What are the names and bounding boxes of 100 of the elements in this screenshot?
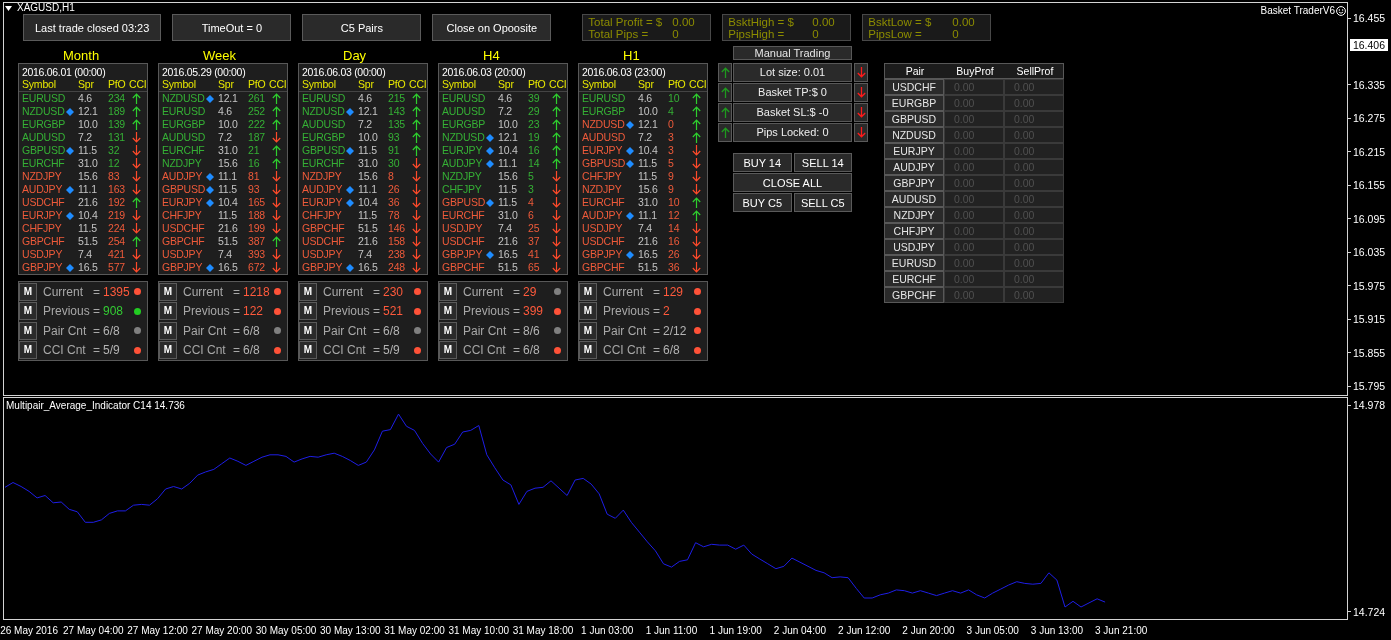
spread-cell: 7.4 — [498, 222, 512, 234]
decrease-button[interactable] — [854, 103, 868, 122]
increase-button[interactable] — [718, 103, 732, 122]
pfo-cell: 252 — [248, 105, 265, 117]
symbol-cell: EURCHF — [442, 209, 485, 221]
pair-cell: EURCHF — [884, 271, 944, 287]
symbol-cell: USDJPY — [442, 222, 483, 234]
symbol-label: XAGUSD,H1 — [17, 3, 75, 13]
m-button[interactable]: M — [579, 282, 597, 301]
stat-name: CCI Cnt — [463, 343, 506, 358]
decrease-button[interactable] — [854, 123, 868, 142]
toolbar-button[interactable]: Close on Opoosite — [432, 14, 552, 41]
spread-cell: 11.5 — [358, 144, 377, 156]
stat-name: Pair Cnt — [323, 323, 367, 338]
pfo-cell: 387 — [248, 235, 265, 247]
bar-time: 2016.06.03 (23:00) — [582, 66, 666, 78]
stat-name: Current — [463, 284, 503, 299]
symbol-cell: AUDUSD — [582, 131, 626, 143]
timeframe-title: Day — [343, 49, 367, 63]
trade-button[interactable]: SELL 14 — [793, 153, 852, 172]
stat-value: 230 — [383, 284, 404, 299]
increase-button[interactable] — [718, 123, 732, 142]
m-button[interactable]: M — [439, 282, 457, 301]
time-label: 27 May 20:00 — [191, 624, 253, 637]
time-label: 30 May 13:00 — [320, 624, 381, 637]
m-button[interactable]: M — [159, 302, 177, 321]
trade-button[interactable]: CLOSE ALL — [733, 173, 852, 192]
totals-label: PipsHigh = — [728, 27, 786, 40]
m-button[interactable]: M — [579, 341, 597, 360]
spread-cell: 10.0 — [218, 118, 238, 130]
stat-value: 122 — [243, 304, 264, 319]
spread-cell: 11.5 — [218, 183, 237, 195]
symbol-cell: AUDUSD — [302, 118, 346, 130]
spread-cell: 10.4 — [218, 196, 238, 208]
spread-cell: 4.6 — [498, 92, 512, 104]
m-button[interactable]: M — [439, 302, 457, 321]
bar-time: 2016.06.03 (00:00) — [302, 66, 386, 78]
trade-button[interactable]: BUY C5 — [733, 193, 792, 212]
spread-cell: 21.6 — [78, 196, 98, 208]
current-price-tag: 16.406 — [1350, 39, 1388, 52]
m-button[interactable]: M — [19, 321, 37, 340]
trade-button[interactable]: SELL C5 — [793, 193, 852, 212]
m-button[interactable]: M — [299, 341, 317, 360]
symbol-cell: EURCHF — [582, 196, 625, 208]
time-label: 31 May 10:00 — [448, 624, 510, 637]
m-button[interactable]: M — [19, 282, 37, 301]
pfo-cell: 29 — [528, 105, 540, 117]
m-button[interactable]: M — [159, 321, 177, 340]
symbol-cell: CHFJPY — [22, 222, 62, 234]
trade-button[interactable]: BUY 14 — [733, 153, 792, 172]
price-label: 15.975 — [1353, 279, 1386, 292]
equals-sign: = — [513, 304, 520, 319]
spread-cell: 15.6 — [78, 170, 98, 182]
toolbar-button[interactable]: C5 Pairs — [302, 14, 422, 41]
totals-value: 0 — [812, 27, 820, 40]
pair-cell: NZDJPY — [884, 207, 944, 223]
column-header: Symbol — [162, 78, 196, 90]
spread-cell: 4.6 — [358, 92, 372, 104]
increase-button[interactable] — [718, 63, 732, 82]
symbol-cell: NZDJPY — [162, 157, 202, 169]
spread-cell: 4.6 — [218, 105, 232, 117]
spread-cell: 15.6 — [638, 183, 658, 195]
m-button[interactable]: M — [299, 321, 317, 340]
column-header: Symbol — [22, 78, 56, 90]
pfo-cell: 393 — [248, 248, 265, 260]
pfo-cell: 91 — [388, 144, 400, 156]
caret-icon[interactable] — [5, 5, 12, 11]
decrease-button[interactable] — [854, 63, 868, 82]
time-label: 31 May 02:00 — [384, 624, 445, 637]
spread-cell: 12.1 — [498, 131, 518, 143]
column-header: PfO — [528, 78, 546, 90]
totals-value: 0 — [952, 27, 960, 40]
spread-cell: 21.6 — [498, 235, 518, 247]
decrease-button[interactable] — [854, 83, 868, 102]
spread-cell: 31.0 — [358, 157, 378, 169]
increase-button[interactable] — [718, 83, 732, 102]
m-button[interactable]: M — [439, 341, 457, 360]
m-button[interactable]: M — [299, 282, 317, 301]
m-button[interactable]: M — [159, 282, 177, 301]
m-button[interactable]: M — [579, 302, 597, 321]
pfo-cell: 421 — [108, 248, 125, 260]
toolbar-button[interactable]: TimeOut = 0 — [172, 14, 292, 41]
symbol-cell: EURGBP — [162, 118, 206, 130]
m-button[interactable]: M — [19, 302, 37, 321]
m-button[interactable]: M — [439, 321, 457, 340]
m-button[interactable]: M — [299, 302, 317, 321]
time-label: 2 Jun 04:00 — [773, 624, 827, 637]
toolbar-button[interactable]: Last trade closed 03:23 — [23, 14, 162, 41]
symbol-cell: AUDJPY — [442, 157, 483, 169]
m-button[interactable]: M — [579, 321, 597, 340]
spread-cell: 16.5 — [638, 248, 658, 260]
symbol-cell: EURJPY — [162, 196, 203, 208]
stat-value: 2 — [663, 304, 670, 319]
spread-cell: 11.5 — [358, 209, 377, 221]
spread-cell: 12.1 — [218, 92, 238, 104]
stat-name: CCI Cnt — [603, 343, 646, 358]
column-header: Symbol — [302, 78, 336, 90]
m-button[interactable]: M — [159, 341, 177, 360]
up-arrow-icon — [720, 107, 730, 118]
m-button[interactable]: M — [19, 341, 37, 360]
